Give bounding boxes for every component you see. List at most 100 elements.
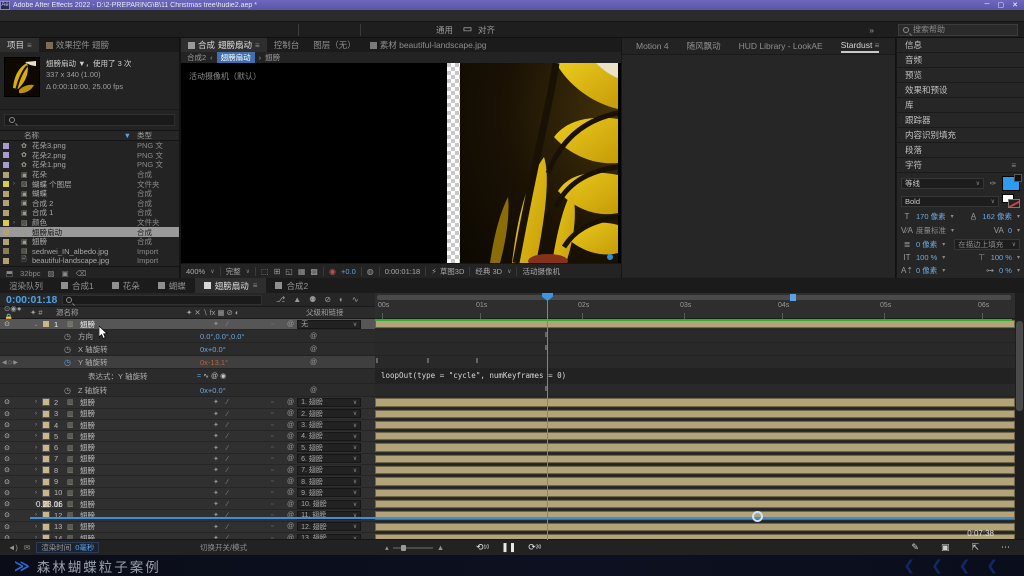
magnification-dropdown[interactable]: 400%∨ [186,267,215,276]
property-row-y-rotation[interactable]: ◀◇▶ ◷ Y 轴旋转 0x-13.1° @ Ι Ι Ι [0,356,1024,369]
pick-whip-icon[interactable]: @ [287,422,294,429]
motion-blur-switch[interactable]: ▫ [271,321,287,328]
pick-whip-icon[interactable]: @ [287,444,294,451]
sort-arrow-icon[interactable]: ▼ [124,131,131,140]
layer-duration-bar[interactable] [375,432,1015,440]
timeline-tab[interactable]: 渲染队列 [0,278,52,293]
layer-name[interactable]: 翅膀 [80,487,213,498]
stopwatch-icon[interactable]: ◷ [64,345,71,354]
property-row-orientation[interactable]: ◷ 方向 0.0°,0.0°,0.0° @ Ι [0,330,1024,343]
motion-blur-switch[interactable]: ▫ [271,410,287,417]
zoom-slider-knob[interactable] [401,545,406,551]
property-value[interactable]: 0x+0.0° [200,386,226,395]
layer-duration-bar[interactable] [375,466,1015,474]
plugin-tab[interactable]: HUD Library - LookAE [739,41,823,51]
layer-label-swatch[interactable] [42,432,50,440]
breadcrumb-next-comp[interactable]: 翅膀 [265,52,280,63]
grid-icon[interactable]: ⊞ [274,267,281,276]
parent-dropdown[interactable]: 6. 翅膀∨ [297,454,361,463]
dolly-camera-tool[interactable] [106,23,123,37]
parent-dropdown[interactable]: 7. 翅膀∨ [297,466,361,475]
tracking-value[interactable]: 0 [1008,226,1012,235]
motion-blur-switch[interactable]: ▫ [271,489,287,496]
keyframe-navigator[interactable]: ◀◇▶ [2,359,19,366]
layer-label-swatch[interactable] [42,478,50,486]
motion-blur-switch[interactable]: ▫ [271,422,287,429]
pencil-icon[interactable]: ✎ [911,542,919,553]
pick-whip-icon[interactable]: @ [287,478,294,485]
parent-link-header[interactable]: 父级和链接 [300,307,375,318]
timeline-tab[interactable]: 蝴蝶 [149,278,195,293]
layer-expander-icon[interactable]: › [30,445,42,451]
layer-switches[interactable]: ✦ ∕ [213,444,271,452]
layer-switches[interactable]: ✦ ∕ [213,455,271,463]
keyframe-marker[interactable]: Ι [427,358,429,365]
layer-switches[interactable]: ✦ ∕ [213,398,271,406]
new-composition-icon[interactable]: ▣ [62,269,69,278]
hand-tool[interactable] [38,23,55,37]
layer-label-swatch[interactable] [42,398,50,406]
parent-dropdown[interactable]: 1. 翅膀∨ [297,398,361,407]
breadcrumb-current-comp[interactable]: 翅膀扇动 [217,52,255,63]
property-row-x-rotation[interactable]: ◷ X 轴旋转 0x+0.0° @ Ι [0,343,1024,356]
puppet-tool[interactable] [276,23,293,37]
visibility-eye-icon[interactable]: ⊙ [0,421,14,429]
panel-header-character[interactable]: 字符≡ [897,158,1024,173]
pick-whip-icon[interactable]: @ [287,523,294,530]
eyedropper-icon[interactable]: ✑ [987,179,999,188]
layer-expander-icon[interactable]: › [30,479,42,485]
layer-label-swatch[interactable] [42,523,50,531]
pick-whip-icon[interactable]: @ [287,489,294,496]
layer-duration-bar[interactable] [375,443,1015,451]
font-family-dropdown[interactable]: 等线∨ [901,178,984,189]
safe-margins-icon[interactable]: ⬚ [261,267,269,276]
timeline-layer-row[interactable]: ⊙ › 12 ▥ 翅膀 ✦ ∕ ▫ @ 11. 翅膀∨ [0,510,1024,521]
quick-pan-tool[interactable] [383,23,400,37]
pen-tool[interactable] [174,23,191,37]
stopwatch-icon[interactable]: ◷ [64,358,71,367]
timeline-layer-row[interactable]: ⊙ › 13 ▥ 翅膀 ✦ ∕ ▫ @ 12. 翅膀∨ [0,522,1024,533]
workspace-people-tool-1[interactable] [304,23,321,37]
timeline-layer-row[interactable]: ⊙ › 11 ▥ 翅膀 ✦ ∕ ▫ @ 10. 翅膀∨ [0,499,1024,510]
layer-expander-icon[interactable]: › [30,456,42,462]
eraser-tool[interactable] [242,23,259,37]
pick-whip-icon[interactable]: @ [287,501,294,508]
layer-expander-icon[interactable]: › [30,467,42,473]
label-color-swatch[interactable] [3,152,9,158]
pick-whip-icon[interactable]: @ [287,455,294,462]
renderer-dropdown[interactable]: 经典 3D∨ [475,266,511,277]
layer-name[interactable]: 翅膀 [80,521,213,532]
pick-whip-icon[interactable]: @ [310,346,317,353]
layer-switches[interactable]: ✦ ∕ [213,466,271,474]
mask-visibility-icon[interactable]: ◱ [285,267,293,276]
more-options-icon[interactable]: ⋯ [1001,542,1010,553]
tab-effect-controls[interactable]: 效果控件 翅膀 [39,38,116,52]
transparency-grid-icon[interactable]: ▩ [310,267,318,276]
breadcrumb-prev-comp[interactable]: 合成2 [187,52,206,63]
layer-expander-icon[interactable]: › [30,524,42,530]
visibility-eye-icon[interactable]: ⊙ [0,444,14,452]
view-layout-dropdown[interactable]: 活动摄像机 [522,266,616,277]
layer-expander-icon[interactable]: › [30,422,42,428]
layer-duration-bar[interactable] [375,489,1015,497]
property-row-z-rotation[interactable]: ◷ Z 轴旋转 0x+0.0° @ Ι [0,384,1024,397]
font-size-value[interactable]: 170 像素 [916,211,946,222]
property-name[interactable]: Z 轴旋转 [78,385,107,396]
pause-button[interactable]: ❚❚ [501,542,516,553]
tab-console[interactable]: 控制台 [267,38,307,52]
layer-name[interactable]: 翅膀 [80,499,213,510]
tsume-value[interactable]: 0 % [999,266,1012,275]
vertical-scrollbar[interactable] [1015,293,1024,540]
frame-icon[interactable]: ▣ [941,542,950,553]
motion-blur-switch[interactable]: ▫ [271,444,287,451]
label-color-swatch[interactable] [3,181,9,187]
folder-expander-icon[interactable]: › [13,181,21,187]
panel-header-预览[interactable]: 预览 [897,68,1024,83]
label-color-swatch[interactable] [3,220,9,226]
fill-color-swatch[interactable] [1002,176,1020,191]
panel-header-库[interactable]: 库 [897,98,1024,113]
fill-stroke-swatches[interactable] [1002,194,1020,208]
rewind-10-button[interactable]: ⟲10 [476,542,489,553]
motion-blur-switch[interactable]: ▫ [271,501,287,508]
toggle-switches-modes-button[interactable]: 切换开关/模式 [200,542,247,553]
